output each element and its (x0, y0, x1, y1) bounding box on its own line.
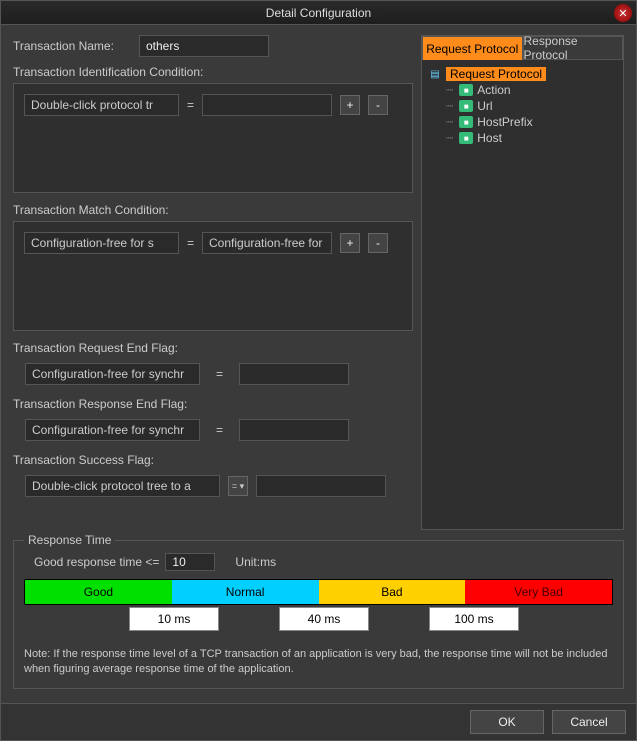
bar-very-bad: Very Bad (465, 580, 612, 604)
ident-remove-button[interactable]: - (368, 95, 388, 115)
close-button[interactable]: ✕ (614, 4, 632, 22)
match-right-input[interactable] (202, 232, 332, 254)
equals-sign: = (187, 236, 194, 250)
threshold-1-input[interactable]: 10 ms (129, 607, 219, 631)
titlebar: Detail Configuration ✕ (1, 1, 636, 25)
bar-good: Good (25, 580, 172, 604)
tag-icon: ■ (459, 100, 473, 112)
tree-item-label: HostPrefix (477, 115, 532, 129)
tree-item-url[interactable]: ┈ ■ Url (446, 98, 617, 114)
ident-left-input[interactable] (24, 94, 179, 116)
transaction-name-label: Transaction Name: (13, 39, 131, 53)
cancel-button[interactable]: Cancel (552, 710, 626, 734)
success-left-input[interactable] (25, 475, 220, 497)
good-response-input[interactable] (165, 553, 215, 571)
close-icon: ✕ (618, 7, 627, 20)
bar-normal: Normal (172, 580, 319, 604)
equals-sign: = (187, 98, 194, 112)
response-time-legend: Response Time (24, 533, 115, 547)
success-right-input[interactable] (256, 475, 386, 497)
tab-request-protocol[interactable]: Request Protocol (422, 36, 523, 60)
tree-root-label: Request Protocol (446, 67, 546, 81)
detail-configuration-dialog: Detail Configuration ✕ Transaction Name:… (0, 0, 637, 741)
document-icon: ▤ (428, 68, 442, 80)
tree-connector-icon: ┈ (446, 131, 453, 145)
match-add-button[interactable]: + (340, 233, 360, 253)
resp-end-left-input[interactable] (25, 419, 200, 441)
tag-icon: ■ (459, 84, 473, 96)
tab-response-protocol[interactable]: Response Protocol (523, 36, 624, 60)
threshold-row: 10 ms 40 ms 100 ms (24, 607, 613, 637)
tree-root[interactable]: ▤ Request Protocol (428, 66, 617, 82)
match-condition-label: Transaction Match Condition: (13, 203, 413, 217)
tree-item-label: Action (477, 83, 510, 97)
ok-button[interactable]: OK (470, 710, 544, 734)
tag-icon: ■ (459, 132, 473, 144)
tree-item-label: Url (477, 99, 492, 113)
tree-item-action[interactable]: ┈ ■ Action (446, 82, 617, 98)
transaction-name-input[interactable] (139, 35, 269, 57)
tree-item-label: Host (477, 131, 502, 145)
threshold-2-input[interactable]: 40 ms (279, 607, 369, 631)
dialog-title: Detail Configuration (266, 6, 371, 20)
ident-condition-label: Transaction Identification Condition: (13, 65, 413, 79)
tree-connector-icon: ┈ (446, 99, 453, 113)
ident-right-input[interactable] (202, 94, 332, 116)
protocol-tree: ▤ Request Protocol ┈ ■ Action ┈ ■ Url (422, 60, 623, 529)
tag-icon: ■ (459, 116, 473, 128)
match-condition-box: = + - (13, 221, 413, 331)
success-flag-label: Transaction Success Flag: (13, 453, 413, 467)
response-time-fieldset: Response Time Good response time <= Unit… (13, 540, 624, 689)
resp-end-right-input[interactable] (239, 419, 349, 441)
req-end-left-input[interactable] (25, 363, 200, 385)
match-left-input[interactable] (24, 232, 179, 254)
dialog-buttons: OK Cancel (1, 703, 636, 740)
bar-bad: Bad (319, 580, 466, 604)
success-op-dropdown[interactable]: = ▾ (228, 476, 248, 496)
chevron-down-icon: ▾ (240, 481, 245, 492)
unit-label: Unit:ms (235, 555, 276, 569)
match-remove-button[interactable]: - (368, 233, 388, 253)
threshold-3-input[interactable]: 100 ms (429, 607, 519, 631)
req-end-flag-label: Transaction Request End Flag: (13, 341, 413, 355)
ident-condition-box: = + - (13, 83, 413, 193)
resp-end-flag-label: Transaction Response End Flag: (13, 397, 413, 411)
good-response-label: Good response time <= (34, 555, 159, 569)
tree-item-host[interactable]: ┈ ■ Host (446, 130, 617, 146)
response-bars: Good Normal Bad Very Bad (24, 579, 613, 605)
response-time-note: Note: If the response time level of a TC… (24, 647, 613, 678)
req-end-right-input[interactable] (239, 363, 349, 385)
ident-add-button[interactable]: + (340, 95, 360, 115)
equals-sign: = (216, 367, 223, 381)
equals-sign: = (216, 423, 223, 437)
tree-connector-icon: ┈ (446, 115, 453, 129)
tree-item-hostprefix[interactable]: ┈ ■ HostPrefix (446, 114, 617, 130)
tree-connector-icon: ┈ (446, 83, 453, 97)
